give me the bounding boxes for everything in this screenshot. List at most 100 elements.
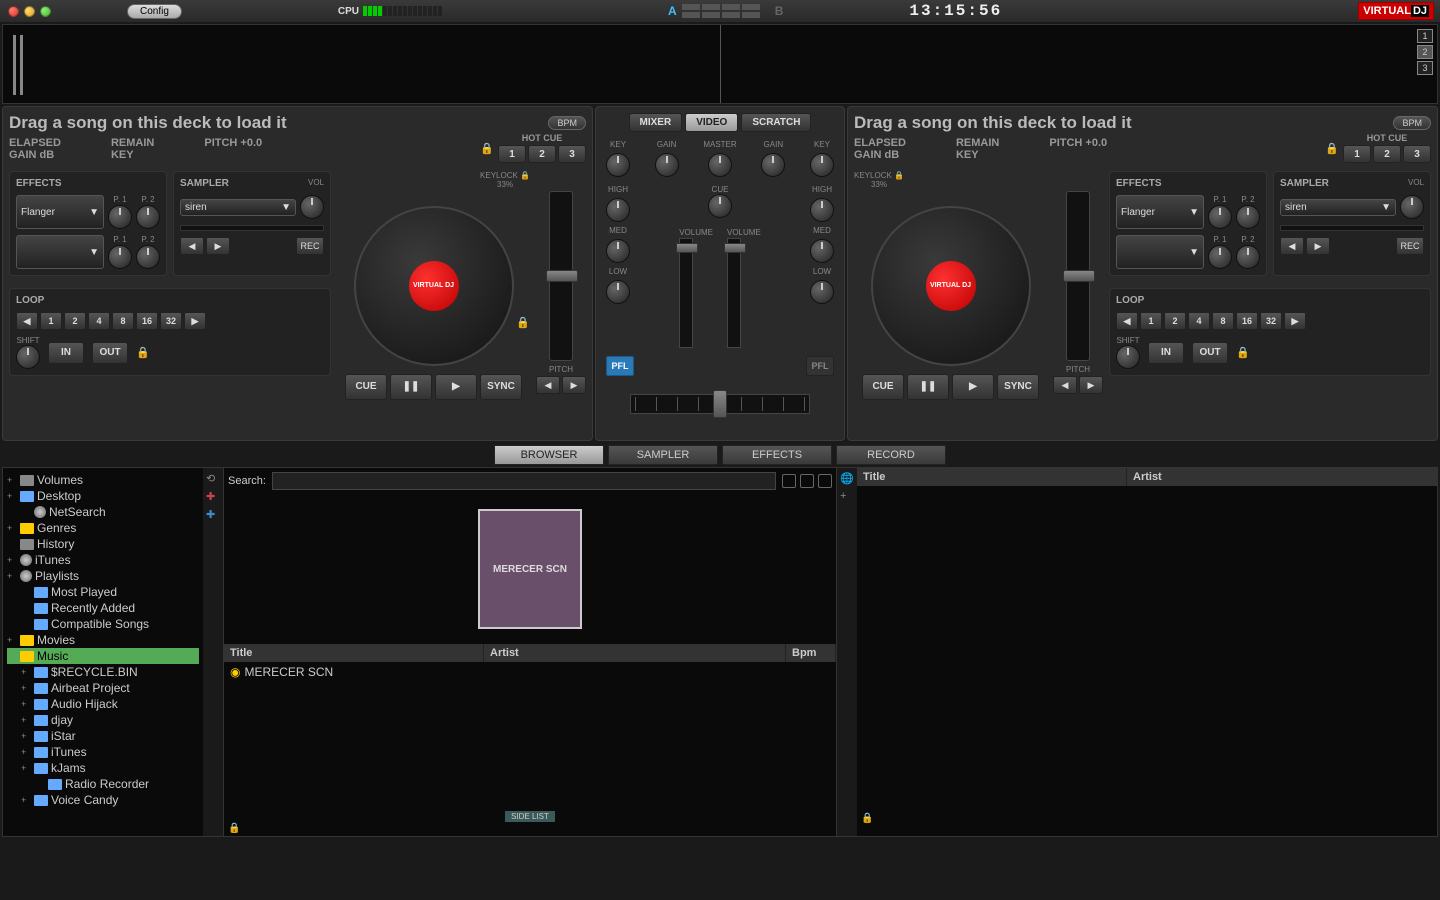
fx-p1-knob-2[interactable] (108, 245, 132, 269)
add-icon[interactable]: + (840, 490, 854, 504)
loop-in-button[interactable]: IN (48, 342, 84, 364)
folder-tree[interactable]: +Volumes+DesktopNetSearch+GenresHistory+… (3, 468, 203, 836)
view-tool-icon[interactable] (782, 474, 796, 488)
tree-item[interactable]: +Airbeat Project (7, 680, 199, 696)
tree-item[interactable]: Radio Recorder (7, 776, 199, 792)
pfl-a-button[interactable]: PFL (606, 356, 634, 376)
track-row[interactable]: ◉ MERECER SCN (224, 662, 836, 682)
low-a-knob[interactable] (606, 280, 630, 304)
fx-p1-knob[interactable] (1208, 205, 1232, 229)
sample-play-button[interactable]: ▶ (1306, 237, 1330, 255)
scratch-tab[interactable]: SCRATCH (741, 113, 811, 132)
col-artist[interactable]: Artist (484, 644, 786, 662)
pitch-up-button[interactable]: ▶ (562, 376, 586, 394)
loop-16-button[interactable]: 16 (1236, 312, 1258, 330)
pitch-up-button[interactable]: ▶ (1079, 376, 1103, 394)
sample-select[interactable]: siren▼ (1280, 199, 1396, 216)
tree-item[interactable]: +$RECYCLE.BIN (7, 664, 199, 680)
loop-1-button[interactable]: 1 (40, 312, 62, 330)
lock-icon[interactable]: 🔒 (480, 142, 494, 155)
tree-item[interactable]: +iTunes (7, 552, 199, 568)
lock-icon[interactable]: 🔒 (136, 346, 150, 359)
low-b-knob[interactable] (810, 280, 834, 304)
sync-button[interactable]: SYNC (997, 374, 1039, 400)
col-artist[interactable]: Artist (1127, 468, 1437, 486)
loop-8-button[interactable]: 8 (1212, 312, 1234, 330)
effect-select-2[interactable]: ▼ (1116, 235, 1204, 269)
loop-16-button[interactable]: 16 (136, 312, 158, 330)
pitch-down-button[interactable]: ◀ (536, 376, 560, 394)
tree-item[interactable]: +Audio Hijack (7, 696, 199, 712)
high-a-knob[interactable] (606, 198, 630, 222)
loop-prev-button[interactable]: ◀ (1116, 312, 1138, 330)
fx-p2-knob[interactable] (1236, 205, 1260, 229)
deck-drop-hint[interactable]: Drag a song on this deck to load it (9, 113, 287, 133)
lock-icon[interactable]: 🔒 (1236, 346, 1250, 359)
sample-play-button[interactable]: ▶ (206, 237, 230, 255)
mixer-tab[interactable]: MIXER (629, 113, 683, 132)
tree-item[interactable]: +iTunes (7, 744, 199, 760)
record-tab[interactable]: RECORD (836, 445, 946, 465)
tree-item[interactable]: Compatible Songs (7, 616, 199, 632)
fx-p2-knob-2[interactable] (136, 245, 160, 269)
lock-icon[interactable]: 🔒 (516, 316, 530, 329)
sample-vol-knob[interactable] (1400, 195, 1424, 219)
sample-prev-button[interactable]: ◀ (1280, 237, 1304, 255)
tool-icon[interactable]: ✚ (206, 508, 220, 522)
close-icon[interactable] (8, 6, 19, 17)
tree-item[interactable]: +iStar (7, 728, 199, 744)
tree-item[interactable]: NetSearch (7, 504, 199, 520)
tree-item[interactable]: -Music (7, 648, 199, 664)
search-input[interactable] (272, 472, 776, 490)
tree-item[interactable]: Most Played (7, 584, 199, 600)
high-b-knob[interactable] (810, 198, 834, 222)
loop-32-button[interactable]: 32 (160, 312, 182, 330)
sync-button[interactable]: SYNC (480, 374, 522, 400)
hotcue-2-button[interactable]: 2 (528, 145, 556, 163)
bpm-button[interactable]: BPM (548, 116, 586, 130)
tree-item[interactable]: History (7, 536, 199, 552)
hotcue-3-button[interactable]: 3 (558, 145, 586, 163)
jogwheel[interactable]: VIRTUAL DJ (871, 206, 1031, 366)
loop-next-button[interactable]: ▶ (1284, 312, 1306, 330)
gain-b-knob[interactable] (761, 153, 785, 177)
globe-icon[interactable]: 🌐 (840, 472, 854, 486)
tree-item[interactable]: +Voice Candy (7, 792, 199, 808)
effect-select-2[interactable]: ▼ (16, 235, 104, 269)
sample-select[interactable]: siren▼ (180, 199, 296, 216)
gain-a-knob[interactable] (655, 153, 679, 177)
pfl-b-button[interactable]: PFL (806, 356, 834, 376)
cue-knob[interactable] (708, 194, 732, 218)
video-tab[interactable]: VIDEO (685, 113, 738, 132)
effects-tab[interactable]: EFFECTS (722, 445, 832, 465)
jogwheel[interactable]: VIRTUAL DJ (354, 206, 514, 366)
effect-select[interactable]: Flanger▼ (16, 195, 104, 229)
play-button[interactable]: ▶ (952, 374, 994, 400)
tool-icon[interactable]: ✚ (206, 490, 220, 504)
key-a-knob[interactable] (606, 153, 630, 177)
sample-prev-button[interactable]: ◀ (180, 237, 204, 255)
maximize-icon[interactable] (40, 6, 51, 17)
waveform-display[interactable]: 1 2 3 (2, 24, 1438, 104)
col-title[interactable]: Title (224, 644, 484, 662)
sample-vol-knob[interactable] (300, 195, 324, 219)
loop-2-button[interactable]: 2 (1164, 312, 1186, 330)
view-2-button[interactable]: 2 (1417, 45, 1433, 59)
sample-rec-button[interactable]: REC (296, 237, 324, 255)
loop-prev-button[interactable]: ◀ (16, 312, 38, 330)
loop-4-button[interactable]: 4 (1188, 312, 1210, 330)
loop-8-button[interactable]: 8 (112, 312, 134, 330)
tree-item[interactable]: +Genres (7, 520, 199, 536)
loop-2-button[interactable]: 2 (64, 312, 86, 330)
view-tool-icon[interactable] (800, 474, 814, 488)
loop-in-button[interactable]: IN (1148, 342, 1184, 364)
tree-item[interactable]: +Playlists (7, 568, 199, 584)
pitch-slider[interactable] (549, 191, 573, 361)
col-bpm[interactable]: Bpm (786, 644, 836, 662)
tree-item[interactable]: +Desktop (7, 488, 199, 504)
pitch-slider[interactable] (1066, 191, 1090, 361)
hotcue-1-button[interactable]: 1 (498, 145, 526, 163)
volume-b-slider[interactable] (727, 238, 741, 348)
lock-icon[interactable]: 🔒 (228, 823, 240, 834)
fx-p1-knob[interactable] (108, 205, 132, 229)
